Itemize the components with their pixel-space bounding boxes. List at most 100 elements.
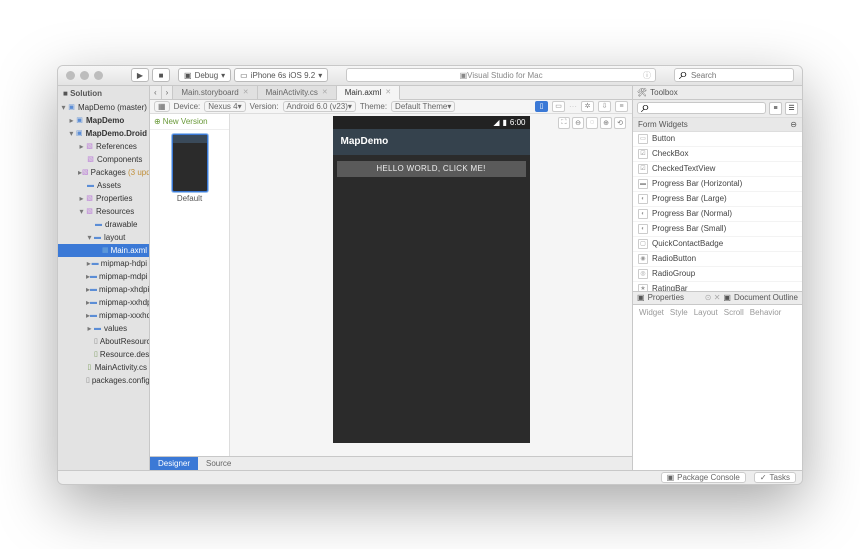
solution-tree[interactable]: ▾▣MapDemo (master) ▸▣MapDemo ▾▣MapDemo.D… [58, 101, 149, 470]
toolbox-item[interactable]: ▢QuickContactBadge [633, 237, 802, 252]
landscape-button[interactable]: ▭ [552, 101, 565, 112]
settings-button[interactable]: ✲ [581, 101, 594, 112]
tree-folder[interactable]: ▸▬values [58, 322, 149, 335]
search-input[interactable] [691, 71, 789, 80]
tree-folder[interactable]: ▸▬mipmap-xhdpi [58, 283, 149, 296]
toolbox-item[interactable]: ◉RadioButton [633, 252, 802, 267]
close-icon[interactable] [66, 71, 75, 80]
prop-tab-widget[interactable]: Widget [639, 308, 664, 467]
portrait-button[interactable]: ▯ [535, 101, 548, 112]
tree-main-axml[interactable]: ▦Main.axml [58, 244, 149, 257]
alternative-layouts: ⊕New Version Default [150, 114, 230, 456]
zoom-in-button[interactable]: ⊕ [600, 117, 612, 129]
toolbox-item[interactable]: ◐Progress Bar (Small) [633, 222, 802, 237]
toolbox-item[interactable]: ◐Progress Bar (Normal) [633, 207, 802, 222]
version-dropdown[interactable]: Android 6.0 (v23) ▾ [283, 101, 356, 112]
toolbox-item[interactable]: ▭Button [633, 132, 802, 147]
designer-tab[interactable]: Designer [150, 457, 198, 470]
device-dropdown[interactable]: Nexus 4 ▾ [204, 101, 245, 112]
prop-tab-layout[interactable]: Layout [694, 308, 718, 467]
toolbox-item[interactable]: ☑CheckedTextView [633, 162, 802, 177]
nav-back[interactable]: ‹ [150, 86, 162, 99]
checkbox-icon: ☑ [638, 149, 648, 159]
zoom-reset-button[interactable]: ⟲ [614, 117, 626, 129]
zoom-icon[interactable] [94, 71, 103, 80]
package-console-button[interactable]: ▣ Package Console [661, 472, 746, 483]
toolbox-item[interactable]: ◐Progress Bar (Large) [633, 192, 802, 207]
tree-components[interactable]: ▧Components [58, 153, 149, 166]
toolbox-search-input[interactable] [650, 104, 762, 113]
source-tab[interactable]: Source [198, 457, 239, 470]
tree-project[interactable]: ▾▣MapDemo.Droid [58, 127, 149, 140]
tab-main-axml[interactable]: Main.axml✕ [337, 86, 400, 100]
toolbox-item[interactable]: ☑CheckBox [633, 147, 802, 162]
device-label: iPhone 6s iOS 9.2 [251, 71, 315, 80]
app-title: MapDemo [341, 136, 389, 147]
global-search[interactable]: ⌕ [674, 68, 794, 82]
tree-resources[interactable]: ▾▧Resources [58, 205, 149, 218]
pin-icon[interactable]: ⊙ ✕ [705, 293, 721, 302]
tree-folder[interactable]: ▸▬mipmap-xxhdpi [58, 296, 149, 309]
design-canvas[interactable]: ⛶ ⊖ ◌ ⊕ ⟲ ◢ ▮ 6:00 MapDemo HELLO WORLD [230, 114, 632, 456]
prop-tab-style[interactable]: Style [670, 308, 688, 467]
toolbox-item[interactable]: ★RatingBar [633, 282, 802, 291]
tree-folder[interactable]: ▸▬mipmap-xxxhdpi [58, 309, 149, 322]
close-icon[interactable]: ✕ [385, 88, 391, 96]
toolbox-item[interactable]: ▬Progress Bar (Horizontal) [633, 177, 802, 192]
nav-fwd[interactable]: › [162, 86, 174, 99]
collapse-icon[interactable]: ⊖ [790, 120, 797, 129]
editor-area: ‹ › Main.storyboard✕ MainActivity.cs✕ Ma… [150, 86, 632, 470]
run-button[interactable]: ▶ [131, 68, 149, 82]
close-icon[interactable]: ✕ [322, 88, 328, 96]
zoom-actual-button[interactable]: ◌ [586, 117, 598, 129]
prop-tab-scroll[interactable]: Scroll [724, 308, 744, 467]
tab-mainactivity[interactable]: MainActivity.cs✕ [258, 86, 337, 99]
tree-file[interactable]: ▯AboutResources.txt [58, 335, 149, 348]
toolbox-category[interactable]: Form Widgets⊖ [633, 118, 802, 132]
layout-thumb-default[interactable] [172, 134, 208, 192]
device-selector[interactable]: ▭ iPhone 6s iOS 9.2 ▾ [234, 68, 328, 82]
toolbox-search[interactable]: ⌕ [637, 102, 766, 114]
close-icon[interactable]: ✕ [243, 88, 249, 96]
toolbox-header: 🛠 Toolbox [633, 86, 802, 100]
tree-solution-root[interactable]: ▾▣MapDemo (master) [58, 101, 149, 114]
config-selector[interactable]: ▣ Debug ▾ [178, 68, 231, 82]
tree-packages[interactable]: ▸▧Packages (3 updates) [58, 166, 149, 179]
info-icon[interactable]: ⓘ [643, 70, 651, 81]
tree-folder[interactable]: ▸▬mipmap-mdpi [58, 270, 149, 283]
zoom-tools: ⛶ ⊖ ◌ ⊕ ⟲ [558, 117, 626, 129]
toolbox-view-list[interactable]: ☰ [785, 102, 798, 115]
tree-drawable[interactable]: ▬drawable [58, 218, 149, 231]
zoom-out-button[interactable]: ⊖ [572, 117, 584, 129]
export-button[interactable]: ⇩ [598, 101, 611, 112]
minimize-icon[interactable] [80, 71, 89, 80]
new-version-button[interactable]: ⊕New Version [150, 114, 229, 130]
hello-button[interactable]: HELLO WORLD, CLICK ME! [337, 161, 526, 177]
stop-button[interactable]: ■ [152, 68, 170, 82]
tree-properties[interactable]: ▸▧Properties [58, 192, 149, 205]
layout-mode-button[interactable]: ▦ [154, 101, 170, 112]
tree-project[interactable]: ▸▣MapDemo [58, 114, 149, 127]
tree-references[interactable]: ▸▧References [58, 140, 149, 153]
tab-storyboard[interactable]: Main.storyboard✕ [173, 86, 257, 99]
toolbox-view-compact[interactable]: ≡ [769, 102, 782, 115]
properties-tabs: Widget Style Layout Scroll Behavior [633, 305, 802, 470]
progress-icon: ◐ [638, 194, 648, 204]
status-field: ▣ Visual Studio for Mac ⓘ [346, 68, 656, 82]
options-button[interactable]: ≡ [615, 101, 628, 112]
toolbox-list[interactable]: ▭Button ☑CheckBox ☑CheckedTextView ▬Prog… [633, 132, 802, 291]
tree-file[interactable]: ▯packages.config [58, 374, 149, 387]
tasks-button[interactable]: ✓ Tasks [754, 472, 796, 483]
zoom-fit-button[interactable]: ⛶ [558, 117, 570, 129]
tree-file[interactable]: ▯MainActivity.cs [58, 361, 149, 374]
theme-dropdown[interactable]: Default Theme ▾ [391, 101, 455, 112]
design-surface-container: ⊕New Version Default ⛶ ⊖ ◌ ⊕ ⟲ [150, 114, 632, 456]
tree-layout[interactable]: ▾▬layout [58, 231, 149, 244]
tree-file[interactable]: ▯Resource.designer.cs [58, 348, 149, 361]
main-area: ■ Solution ▾▣MapDemo (master) ▸▣MapDemo … [58, 86, 802, 470]
prop-tab-behavior[interactable]: Behavior [750, 308, 782, 467]
toolbox-item[interactable]: ◎RadioGroup [633, 267, 802, 282]
tree-folder[interactable]: ▸▬mipmap-hdpi [58, 257, 149, 270]
version-label: Version: [250, 102, 279, 111]
tree-assets[interactable]: ▬Assets [58, 179, 149, 192]
